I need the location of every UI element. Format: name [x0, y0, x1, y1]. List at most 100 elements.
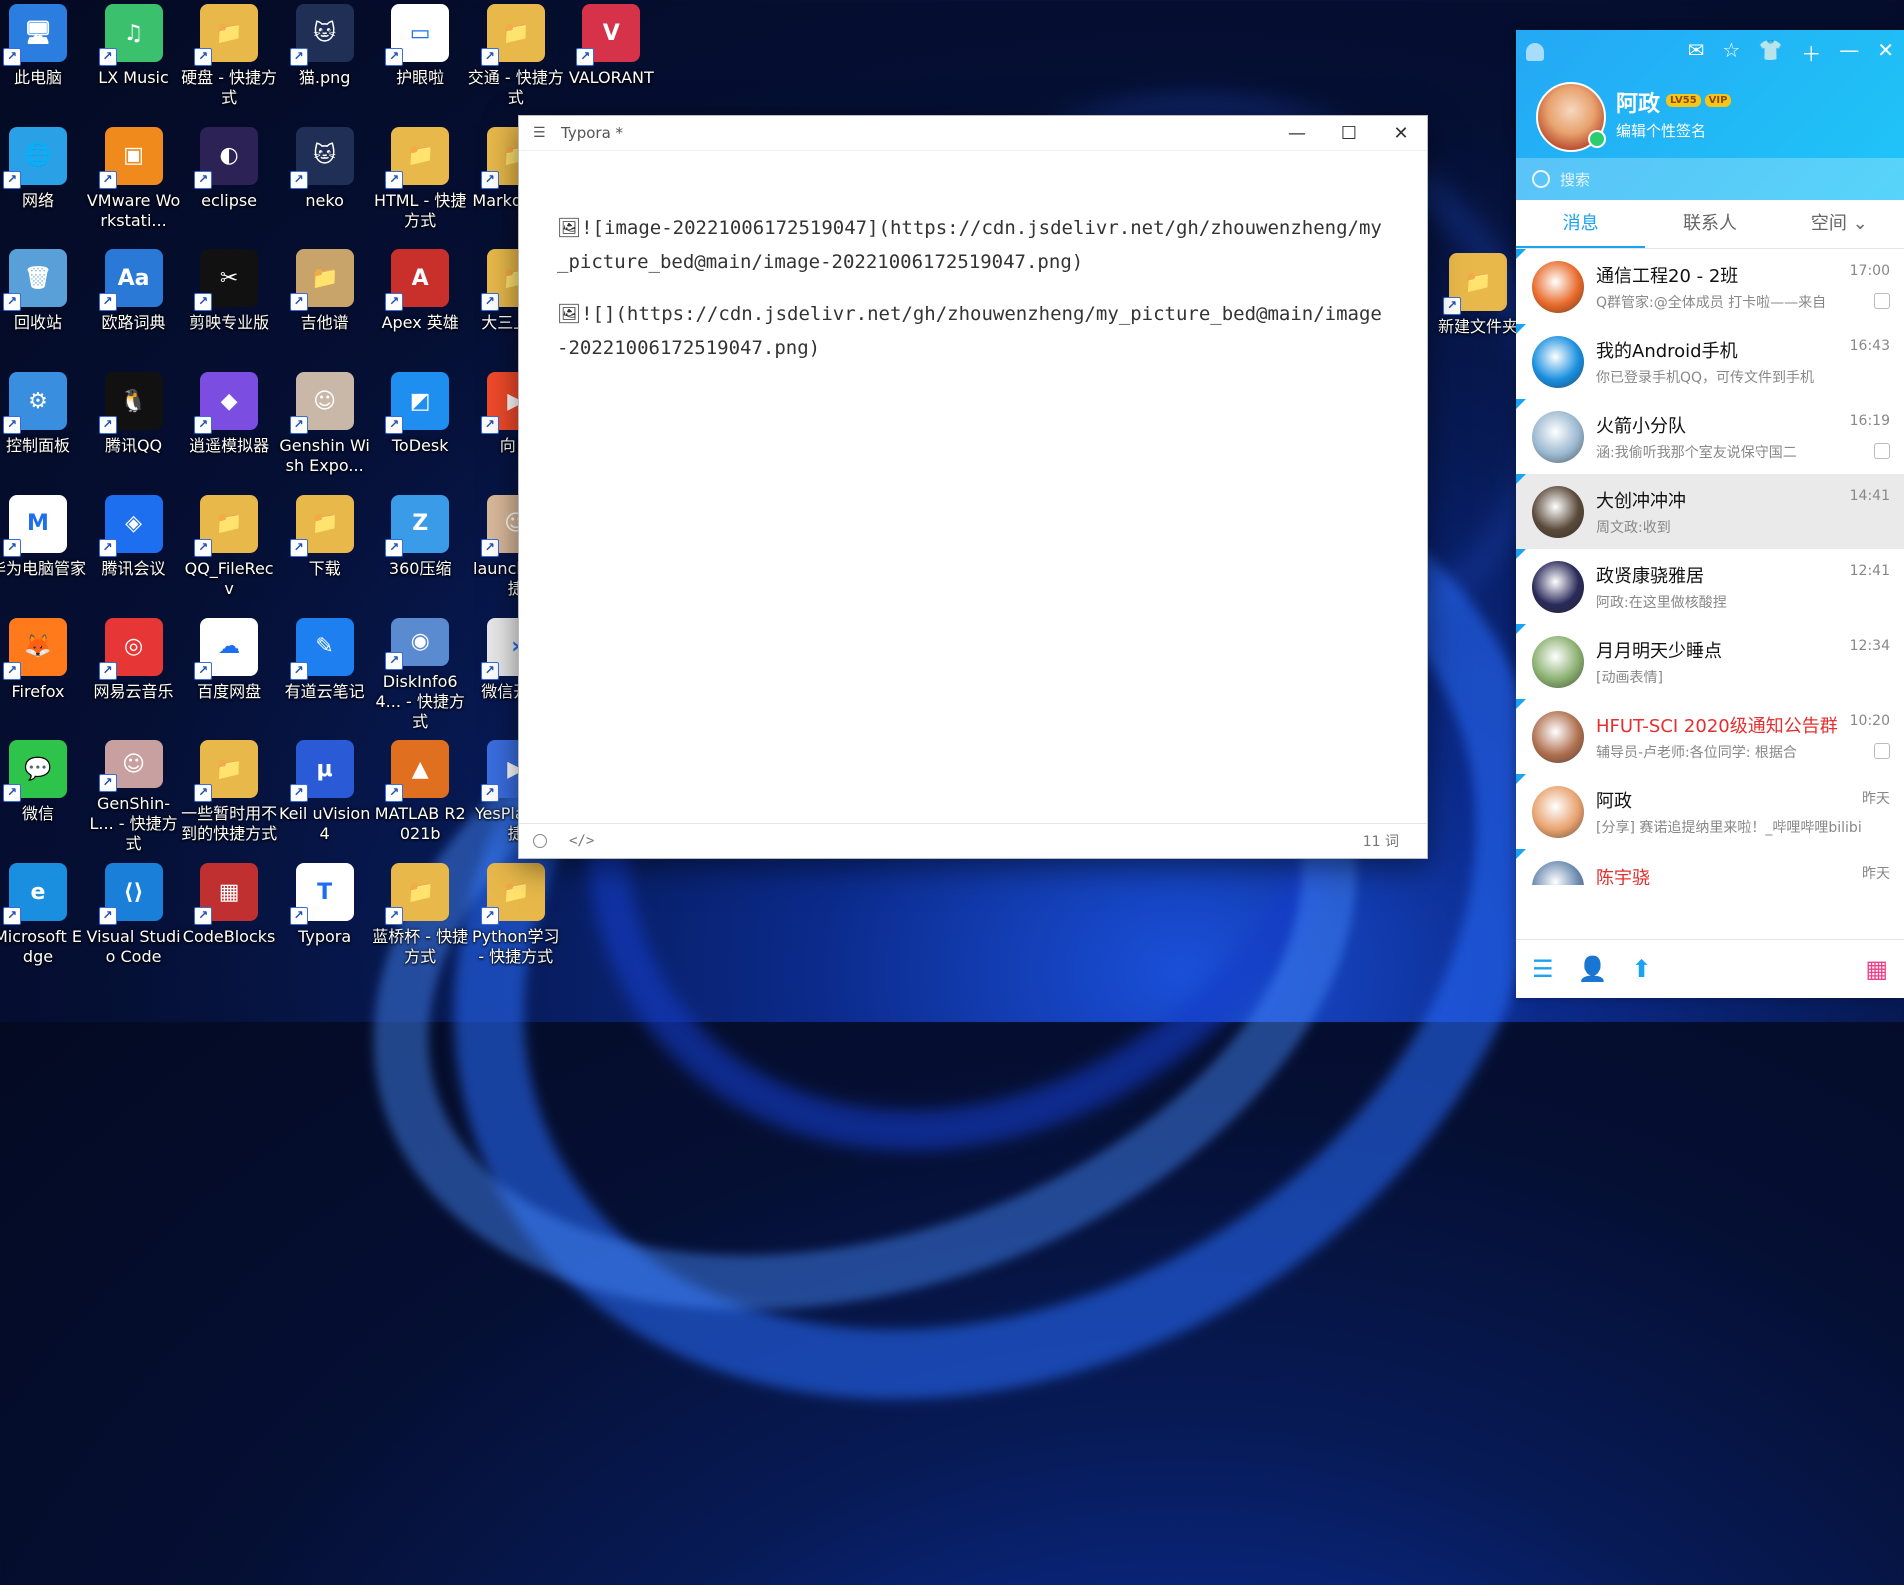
desktop-icon[interactable]: A ↗ Apex 英雄	[372, 241, 468, 363]
editor-area[interactable]: 🖼![image-20221006172519047](https://cdn.…	[519, 151, 1427, 365]
desktop-icon[interactable]: 📁 ↗ Python学习 - 快捷方式	[468, 855, 564, 977]
user-name[interactable]: 阿政	[1616, 86, 1660, 118]
desktop-icon[interactable]: Aa ↗ 欧路词典	[86, 241, 182, 363]
desktop-icon[interactable]: ◉ ↗ DiskInfo64... - 快捷方式	[372, 610, 468, 732]
hamburger-icon[interactable]: ☰	[533, 125, 553, 141]
desktop-icon[interactable]: 💬 ↗ 微信	[0, 732, 86, 854]
avatar[interactable]	[1532, 860, 1584, 885]
star-icon[interactable]: ☆	[1722, 38, 1740, 67]
desktop-icon[interactable]: e ↗ Microsoft Edge	[0, 855, 86, 977]
conversation-item[interactable]: 大创冲冲冲 周文政:收到 14:41	[1516, 474, 1904, 549]
typora-window[interactable]: ☰ Typora * — ☐ ✕ 🖼![image-20221006172519…	[518, 115, 1428, 859]
desktop-icon[interactable]: ◎ ↗ 网易云音乐	[86, 610, 182, 732]
desktop-icon[interactable]: 📁 ↗ 一些暂时用不到的快捷方式	[181, 732, 277, 854]
maximize-button[interactable]: ☐	[1323, 123, 1375, 144]
close-icon[interactable]: ✕	[1877, 38, 1894, 67]
avatar[interactable]	[1532, 710, 1584, 763]
search-icon	[1532, 170, 1550, 188]
desktop-icon[interactable]: M↗华为电脑管家	[0, 487, 86, 609]
desktop-icon[interactable]: 🌐 ↗ 网络	[0, 119, 86, 241]
avatar[interactable]	[1532, 485, 1584, 538]
tab-space[interactable]: 空间 ⌄	[1775, 200, 1904, 248]
avatar[interactable]	[1532, 260, 1584, 313]
file-transfer-icon[interactable]: ⬆	[1631, 955, 1651, 983]
search-input[interactable]: 搜索	[1516, 158, 1904, 200]
desktop-icon[interactable]: ✂ ↗ 剪映专业版	[181, 241, 277, 363]
avatar[interactable]	[1532, 635, 1584, 688]
shirt-icon[interactable]: 👕	[1758, 38, 1783, 67]
desktop-icon[interactable]: 🦊 ↗ Firefox	[0, 610, 86, 732]
desktop-icon[interactable]: 📁 ↗ 新建文件夹	[1430, 245, 1526, 367]
desktop-icon[interactable]: ◐ ↗ eclipse	[181, 119, 277, 241]
desktop-icon[interactable]: ☺ ↗ GenShin-L... - 快捷方式	[86, 732, 182, 854]
desktop-icon[interactable]: 📁 ↗ 交通 - 快捷方式	[468, 0, 564, 118]
menu-icon[interactable]: ☰	[1532, 955, 1554, 983]
desktop-icon[interactable]: ▭ ↗ 护眼啦	[372, 0, 468, 118]
desktop-icon[interactable]: ▣ ↗ VMware Workstati...	[86, 119, 182, 241]
desktop-icon[interactable]: 🗑 ↗ 回收站	[0, 241, 86, 363]
conversation-item[interactable]: 月月明天少睡点 [动画表情] 12:34	[1516, 624, 1904, 699]
app-icon: ♫ ↗	[98, 4, 163, 66]
desktop-icon[interactable]: ✎ ↗ 有道云笔记	[277, 610, 373, 732]
conversation-list[interactable]: 通信工程20 - 2班 Q群管家:@全体成员 打卡啦——来自 17:00 我的Andr…	[1516, 249, 1904, 885]
desktop-icon[interactable]: 📁 ↗ 硬盘 - 快捷方式	[181, 0, 277, 118]
desktop-icon[interactable]: V ↗ VALORANT	[563, 0, 659, 118]
desktop-icon[interactable]: Z ↗ 360压缩	[372, 487, 468, 609]
conversation-item[interactable]: 我的Android手机 你已登录手机QQ，可传文件到手机 16:43	[1516, 324, 1904, 399]
markdown-image-line[interactable]: 🖼![](https://cdn.jsdelivr.net/gh/zhouwen…	[557, 297, 1389, 365]
desktop-icon[interactable]: 📁 ↗ 吉他谱	[277, 241, 373, 363]
level-badges[interactable]: LV55 VIP	[1666, 94, 1732, 107]
app-icon: V ↗	[576, 4, 641, 66]
bell-icon[interactable]	[1526, 43, 1544, 61]
minimize-button[interactable]: —	[1271, 123, 1323, 144]
desktop-icon[interactable]: 🖥 ↗ 此电脑	[0, 0, 86, 118]
signature-field[interactable]: 编辑个性签名	[1616, 120, 1706, 141]
mail-icon[interactable]: ✉	[1688, 38, 1705, 67]
desktop-icon[interactable]: ♫ ↗ LX Music	[86, 0, 182, 118]
app-grid-icon[interactable]: ▦	[1865, 955, 1888, 983]
desktop-icon[interactable]: ⚙ ↗ 控制面板	[0, 364, 86, 486]
avatar[interactable]	[1536, 82, 1606, 152]
plus-icon[interactable]: ＋	[1801, 38, 1821, 67]
desktop-icon[interactable]: 📁 ↗ 蓝桥杯 - 快捷方式	[372, 855, 468, 977]
avatar[interactable]	[1532, 410, 1584, 463]
pin-corner-icon	[1516, 249, 1526, 259]
desktop-icon[interactable]: ☁ ↗ 百度网盘	[181, 610, 277, 732]
desktop-icon[interactable]: 🐱 ↗ neko	[277, 119, 373, 241]
desktop-icon[interactable]: ◈ ↗ 腾讯会议	[86, 487, 182, 609]
conversation-item[interactable]: 火箭小分队 涵:我偷听我那个室友说保守国二 16:19	[1516, 399, 1904, 474]
minimize-icon[interactable]: —	[1839, 38, 1859, 67]
close-button[interactable]: ✕	[1375, 123, 1427, 144]
title-bar[interactable]: ☰ Typora * — ☐ ✕	[519, 116, 1427, 151]
desktop-icon[interactable]: 📁 ↗ HTML - 快捷方式	[372, 119, 468, 241]
desktop-icon[interactable]: ▦ ↗ CodeBlocks	[181, 855, 277, 977]
tab-messages[interactable]: 消息	[1516, 200, 1646, 248]
outline-toggle-icon[interactable]	[533, 834, 547, 848]
add-friend-icon[interactable]: 👤	[1578, 955, 1608, 983]
word-count[interactable]: 11 词	[1363, 831, 1399, 851]
markdown-image-line[interactable]: 🖼![image-20221006172519047](https://cdn.…	[557, 211, 1389, 279]
desktop-icon[interactable]: T ↗ Typora	[277, 855, 373, 977]
desktop-icon[interactable]: 📁 ↗ 下载	[277, 487, 373, 609]
desktop-icon[interactable]: 📁 ↗ QQ_FileRecv	[181, 487, 277, 609]
conversation-item[interactable]: 通信工程20 - 2班 Q群管家:@全体成员 打卡啦——来自 17:00	[1516, 249, 1904, 324]
desktop-icon[interactable]: 🐧 ↗ 腾讯QQ	[86, 364, 182, 486]
source-mode-button[interactable]: </>	[569, 833, 594, 849]
desktop-icon[interactable]: μ ↗ Keil uVision4	[277, 732, 373, 854]
qq-main-panel[interactable]: ✉ ☆ 👕 ＋ — ✕ 阿政 LV55 VIP 编辑个性签名 搜索 消息 联系人…	[1516, 30, 1904, 998]
desktop-icon[interactable]: ◩ ↗ ToDesk	[372, 364, 468, 486]
avatar[interactable]	[1532, 335, 1584, 388]
tab-contacts[interactable]: 联系人	[1645, 200, 1774, 248]
desktop-icon[interactable]: ⟨⟩ ↗ Visual Studio Code	[86, 855, 182, 977]
conversation-item[interactable]: HFUT-SCI 2020级通知公告群 辅导员-卢老师:各位同学: 根据合 10:2…	[1516, 699, 1904, 774]
desktop-icon[interactable]: ☺ ↗ Genshin Wish Expo...	[277, 364, 373, 486]
conversation-item[interactable]: 政贤康骁雅居 阿政:在这里做核酸捏 12:41	[1516, 549, 1904, 624]
conversation-item[interactable]: 阿政 [分享] 赛诺追提纳里来啦！_哔哩哔哩bilibi 昨天	[1516, 774, 1904, 849]
shortcut-arrow-icon: ↗	[98, 907, 117, 925]
desktop-icon[interactable]: 🐱 ↗ 猫.png	[277, 0, 373, 118]
avatar[interactable]	[1532, 560, 1584, 613]
desktop-icon[interactable]: ▲ ↗ MATLAB R2021b	[372, 732, 468, 854]
desktop-icon[interactable]: ◆ ↗ 逍遥模拟器	[181, 364, 277, 486]
avatar[interactable]	[1532, 785, 1584, 838]
conversation-item[interactable]: 陈宇骁Wgg7U9K6昨天	[1516, 849, 1904, 885]
